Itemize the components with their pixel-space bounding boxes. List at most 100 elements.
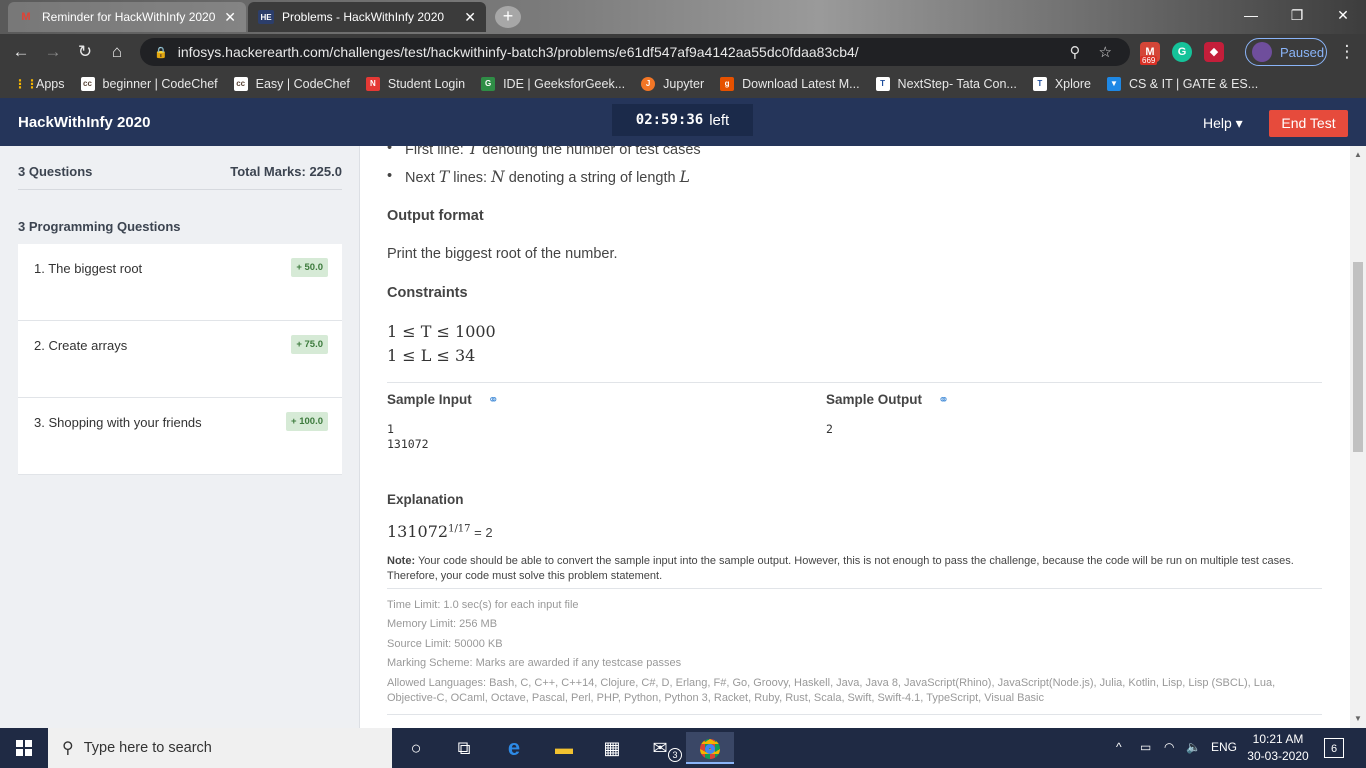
file-explorer-icon[interactable]: ▬	[540, 732, 588, 764]
menu-kebab-icon[interactable]: ⋮	[1334, 40, 1360, 64]
question-item-1[interactable]: 1. The biggest root + 50.0	[18, 244, 342, 321]
bookmark-label: NextStep- Tata Con...	[897, 77, 1017, 91]
countdown-timer: 02:59:36 left	[612, 104, 753, 136]
content-scrollbar[interactable]: ▲ ▼	[1350, 146, 1366, 728]
section-title: 3 Programming Questions	[18, 219, 181, 234]
tab-title: Problems - HackWithInfy 2020	[282, 10, 445, 24]
cortana-icon[interactable]: ○	[392, 732, 440, 764]
tata-icon: T	[1032, 77, 1047, 91]
close-tab-icon[interactable]: ✕	[224, 9, 236, 26]
question-label: 1. The biggest root	[34, 261, 143, 276]
search-icon: ⚲	[62, 740, 74, 757]
browser-toolbar: ← → ↻ ⌂ 🔒 infosys.hackerearth.com/challe…	[0, 34, 1366, 70]
input-line-1: First line: T denoting the number of tes…	[387, 146, 701, 158]
edge-icon[interactable]: e	[490, 732, 538, 764]
close-tab-icon[interactable]: ✕	[464, 9, 476, 26]
notifications-icon[interactable]: 6	[1324, 738, 1344, 758]
help-dropdown[interactable]: Help ▾	[1203, 115, 1243, 132]
language-indicator[interactable]: ENG	[1211, 740, 1237, 754]
bookmark-nextstep[interactable]: T NextStep- Tata Con...	[875, 77, 1017, 91]
close-window-icon[interactable]: ✕	[1320, 0, 1366, 30]
bookmark-jupyter[interactable]: J Jupyter	[641, 77, 704, 91]
bookmark-geeksforgeeks[interactable]: G IDE | GeeksforGeek...	[481, 77, 625, 91]
profile-button[interactable]: Paused	[1245, 38, 1327, 66]
input-text: Next	[405, 170, 439, 186]
pocket-icon[interactable]: ◆	[1204, 42, 1224, 62]
new-tab-button[interactable]: +	[495, 6, 521, 28]
clock[interactable]: 10:21 AM 30-03-2020	[1243, 731, 1313, 765]
store-icon[interactable]: ▦	[588, 732, 636, 764]
output-format-text: Print the biggest root of the number.	[387, 246, 618, 262]
memory-limit: Memory Limit: 256 MB	[387, 618, 498, 630]
question-label: 2. Create arrays	[34, 338, 128, 353]
scroll-down-icon[interactable]: ▼	[1354, 714, 1362, 723]
tata-icon: T	[875, 77, 890, 91]
explanation-base: 131072	[387, 522, 449, 541]
restore-icon[interactable]: ❐	[1274, 0, 1320, 30]
link-icon[interactable]: ⚭	[938, 392, 949, 407]
volume-icon[interactable]: 🔈	[1186, 740, 1201, 754]
note-text: Note: Your code should be able to conver…	[387, 554, 1322, 584]
bookmark-gate[interactable]: ▼ CS & IT | GATE & ES...	[1106, 77, 1259, 91]
battery-icon[interactable]: ▭	[1140, 740, 1151, 754]
marks-badge: + 50.0	[291, 258, 328, 277]
bookmark-xplore[interactable]: T Xplore	[1032, 77, 1091, 91]
browser-tab-strip: M Reminder for HackWithInfy 2020 ✕ HE Pr…	[0, 0, 1366, 34]
bookmark-student-login[interactable]: N Student Login	[365, 77, 465, 91]
explanation-heading: Explanation	[387, 492, 464, 507]
forward-icon[interactable]: →	[40, 40, 66, 64]
zoom-icon[interactable]: ⚲	[1070, 43, 1081, 61]
address-bar[interactable]: 🔒 infosys.hackerearth.com/challenges/tes…	[140, 38, 1130, 66]
clock-date: 30-03-2020	[1247, 749, 1309, 763]
math-var: T	[438, 168, 450, 186]
link-icon[interactable]: ⚭	[488, 392, 499, 407]
home-icon[interactable]: ⌂	[104, 40, 130, 64]
profile-status: Paused	[1280, 44, 1325, 60]
math-var: N	[491, 168, 505, 186]
task-view-icon[interactable]: ⧉	[440, 732, 488, 764]
jupyter-icon: J	[641, 77, 656, 91]
input-text: First line:	[405, 146, 468, 158]
minimize-icon[interactable]: —	[1228, 0, 1274, 30]
codechef-icon: cc	[80, 77, 95, 91]
chrome-icon[interactable]	[686, 732, 734, 764]
bookmark-codechef-easy[interactable]: cc Easy | CodeChef	[233, 77, 350, 91]
tab-problems[interactable]: HE Problems - HackWithInfy 2020 ✕	[248, 2, 486, 32]
divider	[387, 382, 1322, 383]
taskbar-search[interactable]: ⚲ Type here to search	[48, 728, 392, 768]
bookmark-codechef-beginner[interactable]: cc beginner | CodeChef	[80, 77, 218, 91]
time-limit: Time Limit: 1.0 sec(s) for each input fi…	[387, 599, 579, 611]
search-placeholder: Type here to search	[83, 740, 212, 756]
bookmark-download[interactable]: g Download Latest M...	[720, 77, 860, 91]
total-marks: Total Marks: 225.0	[230, 164, 342, 179]
scrollbar-thumb[interactable]	[1353, 262, 1363, 452]
end-test-button[interactable]: End Test	[1269, 110, 1348, 137]
divider	[387, 588, 1322, 589]
reload-icon[interactable]: ↻	[72, 40, 98, 64]
sample-output-heading: Sample Output ⚭	[826, 392, 949, 408]
sample-output-title: Sample Output	[826, 392, 923, 407]
tab-reminder[interactable]: M Reminder for HackWithInfy 2020 ✕	[8, 2, 246, 32]
questions-sidebar: 3 Questions Total Marks: 225.0 3 Program…	[0, 146, 360, 728]
output-format-heading: Output format	[387, 208, 484, 224]
scroll-up-icon[interactable]: ▲	[1354, 150, 1362, 159]
question-item-2[interactable]: 2. Create arrays + 75.0	[18, 321, 342, 398]
bookmark-label: CS & IT | GATE & ES...	[1128, 77, 1259, 91]
sample-input-value: 1 131072	[387, 422, 429, 451]
question-label: 3. Shopping with your friends	[34, 415, 202, 430]
start-button[interactable]	[0, 728, 48, 768]
bookmark-apps[interactable]: ⋮⋮ Apps	[14, 77, 65, 91]
bookmark-label: Download Latest M...	[742, 77, 860, 91]
sample-input-heading: Sample Input ⚭	[387, 392, 499, 408]
gmail-badge: 669	[1140, 56, 1158, 65]
wifi-icon[interactable]: ◠	[1164, 740, 1174, 754]
show-hidden-icons[interactable]: ^	[1116, 740, 1122, 754]
geeksforgeeks-icon: G	[481, 77, 496, 91]
codechef-icon: cc	[233, 77, 248, 91]
question-item-3[interactable]: 3. Shopping with your friends + 100.0	[18, 398, 342, 475]
explanation-exponent: 1/17	[448, 523, 471, 535]
back-icon[interactable]: ←	[8, 40, 34, 64]
bookmark-star-icon[interactable]: ☆	[1099, 43, 1112, 61]
input-text: denoting the number of test cases	[478, 146, 701, 158]
grammarly-icon[interactable]: G	[1172, 42, 1192, 62]
